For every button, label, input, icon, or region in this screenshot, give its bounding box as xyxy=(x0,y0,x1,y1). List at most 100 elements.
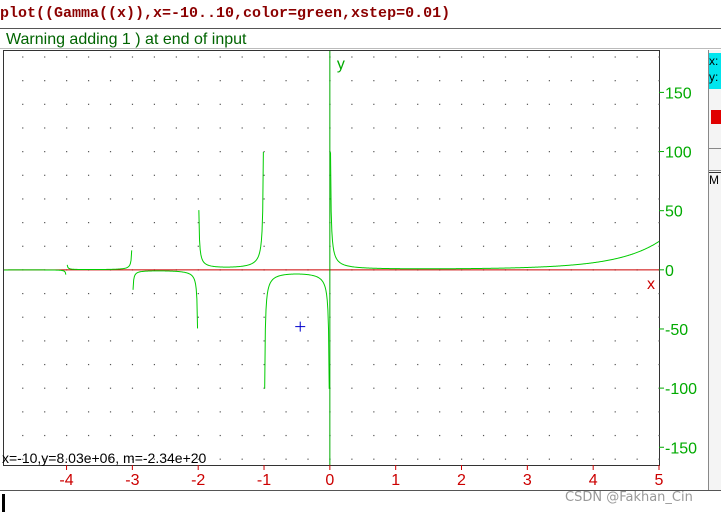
grid-dot xyxy=(395,151,397,153)
grid-dot xyxy=(263,56,265,58)
grid-dot xyxy=(548,387,550,389)
grid-dot xyxy=(658,340,660,342)
grid-dot xyxy=(504,363,507,366)
grid-dot xyxy=(548,198,550,200)
grid-dot xyxy=(197,316,199,318)
grid-dot xyxy=(285,103,287,105)
grid-dot xyxy=(44,340,46,342)
grid-dot xyxy=(592,174,594,176)
cursor-status: x=-10,y=8.03e+06, m=-2.34e+20 xyxy=(2,450,207,466)
grid-dot xyxy=(658,292,660,295)
grid-dot xyxy=(66,292,68,295)
grid-dot xyxy=(197,245,199,247)
grid-dot xyxy=(548,363,550,366)
x-axis-label: x xyxy=(647,276,655,293)
grid-dot xyxy=(526,340,529,342)
grid-dot xyxy=(548,340,550,342)
y-tick-label: 0 xyxy=(665,263,674,280)
color-swatch[interactable] xyxy=(711,110,721,124)
grid-dot xyxy=(417,198,419,200)
grid-dot xyxy=(461,56,463,58)
grid-dot xyxy=(570,292,572,295)
grid-dot xyxy=(263,198,265,200)
grid-dot xyxy=(504,198,507,200)
grid-dot xyxy=(285,411,287,413)
grid-dot xyxy=(263,292,265,295)
grid-dot xyxy=(482,292,485,295)
grid-dot xyxy=(153,198,156,200)
grid-dot xyxy=(22,340,24,342)
grid-dot xyxy=(658,56,660,58)
grid-dot xyxy=(44,80,46,82)
grid-dot xyxy=(395,127,397,129)
x-tick-label: -1 xyxy=(257,472,271,489)
grid-dot xyxy=(504,222,507,224)
grid-dot xyxy=(614,198,616,200)
grid-dot xyxy=(504,80,507,82)
grid-dot xyxy=(307,127,309,129)
grid-dot xyxy=(307,151,309,153)
grid-dot xyxy=(592,434,594,437)
grid-dot xyxy=(636,340,638,342)
grid-dot xyxy=(439,411,441,413)
grid-dot xyxy=(197,127,199,129)
grid-dot xyxy=(307,174,309,176)
grid-dot xyxy=(461,316,463,318)
grid-dot xyxy=(87,387,90,389)
menu-button[interactable]: M xyxy=(709,172,721,191)
gamma-plot-svg[interactable]: x y -4 -3 -2 -1 0 1 2 3 4 5 150 100 50 0 -50 -100 -150 xyxy=(0,0,721,515)
grid-dot xyxy=(219,458,221,460)
grid-dot xyxy=(592,103,594,105)
grid-dot xyxy=(153,363,156,366)
grid-dot xyxy=(22,56,24,58)
grid-dot xyxy=(417,387,419,389)
grid-dot xyxy=(461,411,463,413)
grid-dot xyxy=(197,174,199,176)
grid-dot xyxy=(526,127,529,129)
grid-dot xyxy=(307,56,309,58)
grid-dot xyxy=(285,80,287,82)
grid-dot xyxy=(395,434,397,437)
grid-dot xyxy=(395,222,397,224)
x-tick-label: 5 xyxy=(655,472,664,489)
grid-dot xyxy=(44,363,46,366)
grid-dot xyxy=(548,292,550,295)
grid-dot xyxy=(461,363,463,366)
grid-dot xyxy=(131,434,134,437)
grid-dot xyxy=(307,103,309,105)
grid-dot xyxy=(614,222,616,224)
grid-dot xyxy=(592,292,594,295)
grid-dot xyxy=(548,245,550,247)
grid-dot xyxy=(636,411,638,413)
grid-dot xyxy=(395,292,397,295)
grid-dot xyxy=(504,340,507,342)
grid-dot xyxy=(439,292,441,295)
grid-dot xyxy=(373,103,375,105)
grid-dot xyxy=(241,363,243,366)
grid-dot xyxy=(482,434,485,437)
grid-dot xyxy=(373,434,375,437)
grid-dot xyxy=(614,127,616,129)
grid-dot xyxy=(504,56,507,58)
grid-dot xyxy=(131,151,134,153)
grid-dot xyxy=(219,340,221,342)
input-caret xyxy=(2,494,5,512)
grid-dot xyxy=(548,103,550,105)
grid-dot xyxy=(548,316,550,318)
grid-dot xyxy=(241,174,243,176)
grid-dot xyxy=(482,363,485,366)
grid-dot xyxy=(614,363,616,366)
grid-dot xyxy=(153,292,156,295)
grid-dot xyxy=(87,103,90,105)
grid-dot xyxy=(241,316,243,318)
grid-dot xyxy=(482,151,485,153)
grid-dot xyxy=(87,174,90,176)
grid-dot xyxy=(44,151,46,153)
grid-dot xyxy=(548,434,550,437)
grid-dot xyxy=(285,127,287,129)
grid-dot xyxy=(153,340,156,342)
grid-dot xyxy=(351,363,353,366)
grid-dot xyxy=(592,198,594,200)
grid-dot xyxy=(482,458,485,460)
grid-dot xyxy=(526,363,529,366)
